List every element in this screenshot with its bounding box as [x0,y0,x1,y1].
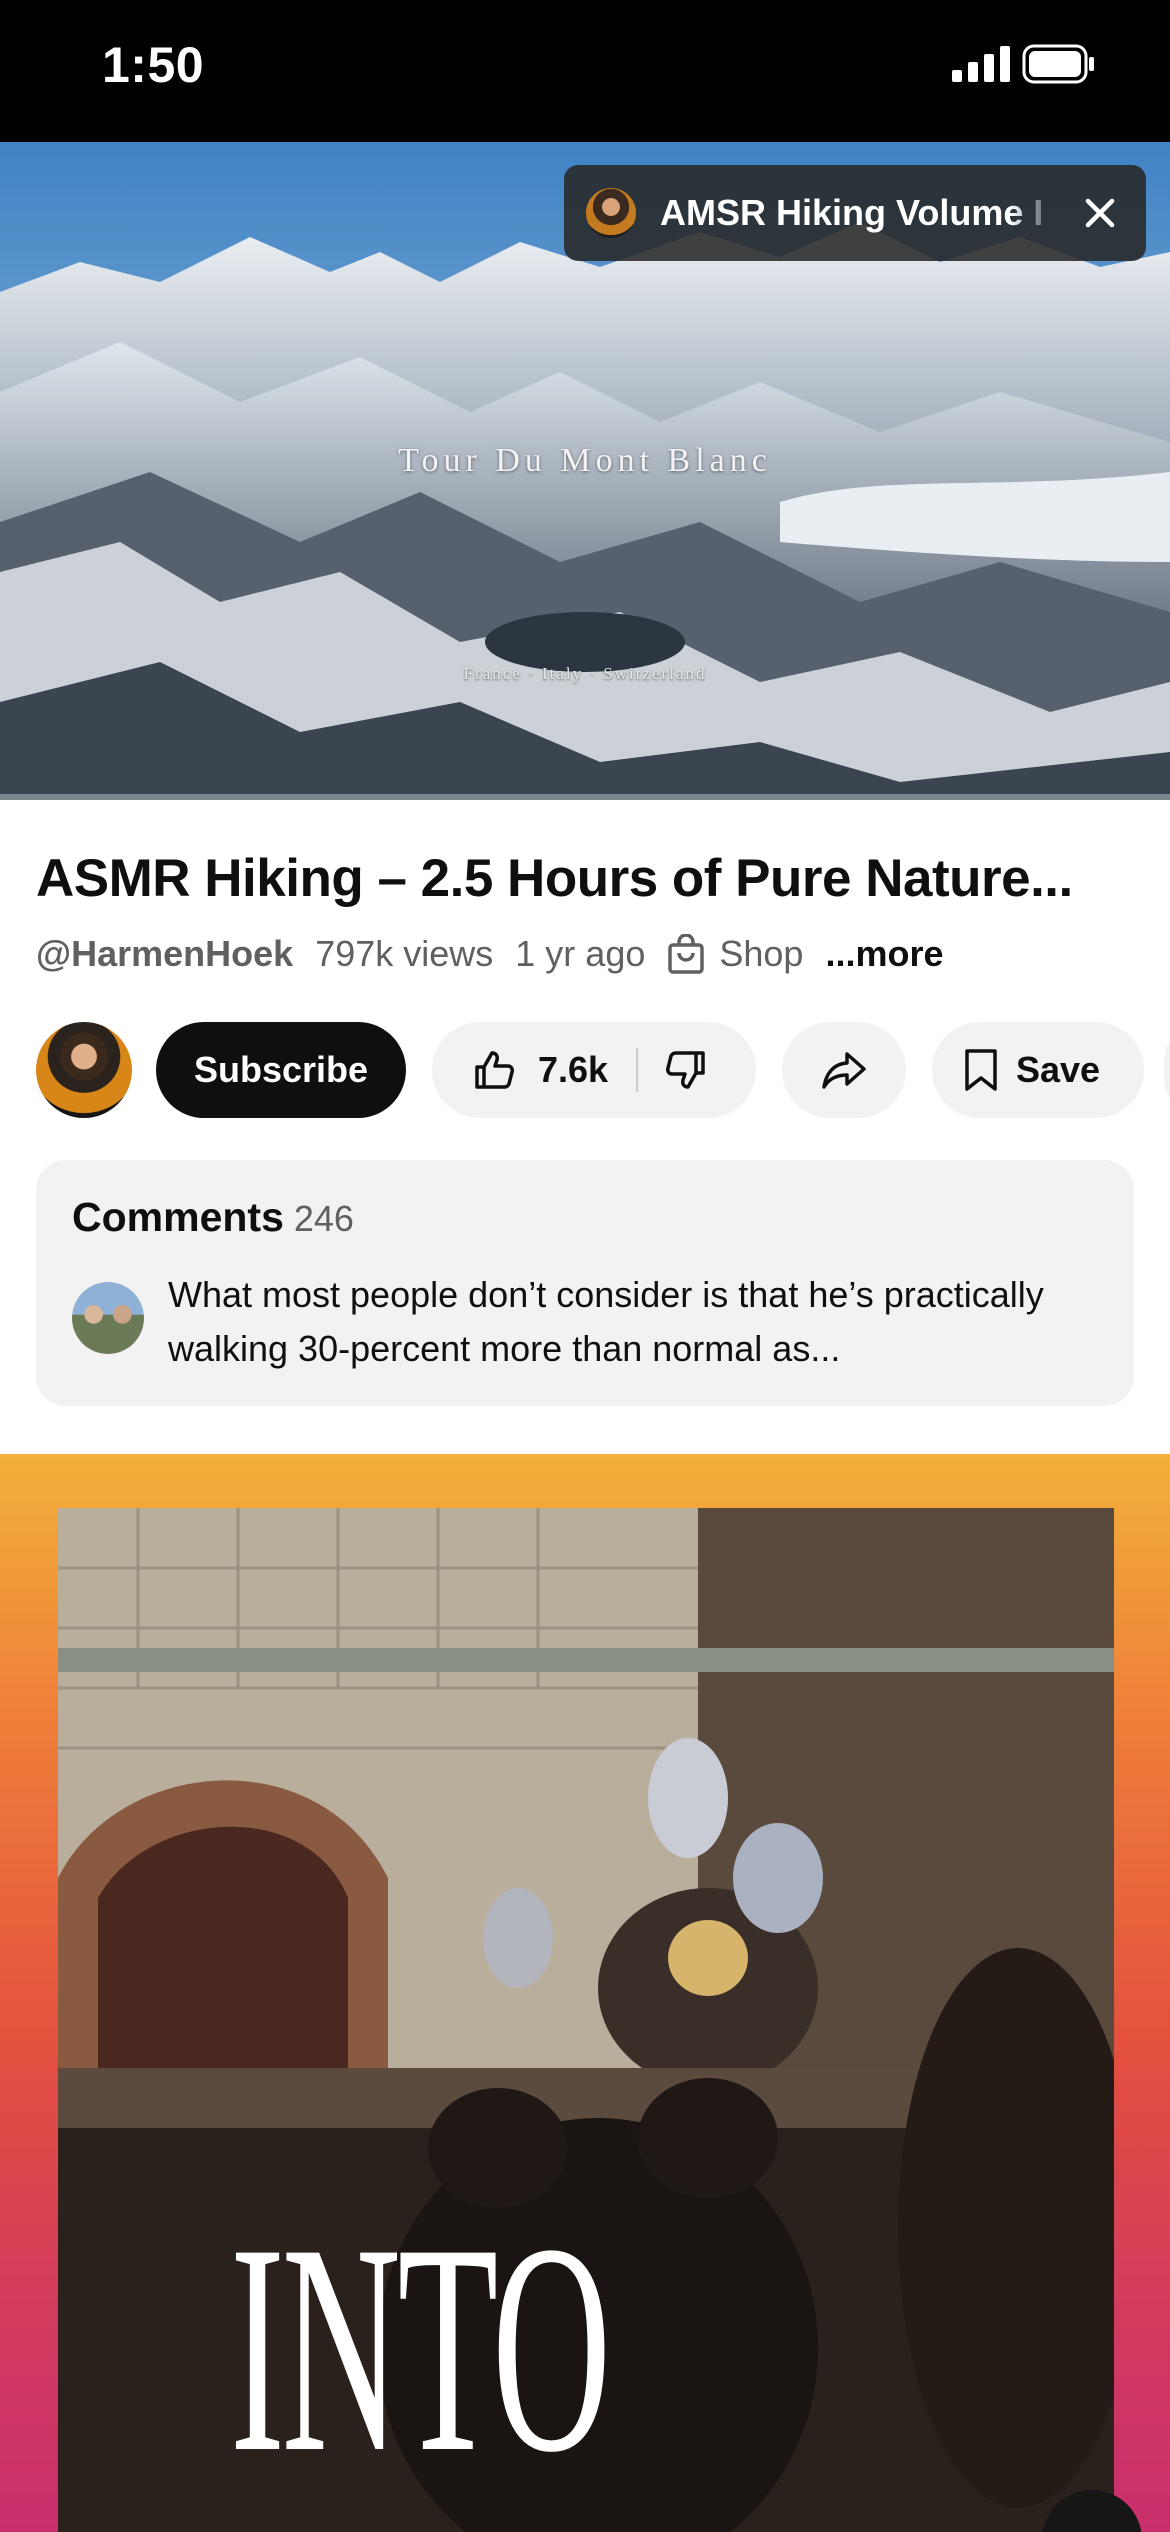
banner-title: AMSR Hiking Volume I [660,192,1044,233]
share-arrow-icon [822,1052,866,1089]
shopping-bag-icon [668,934,705,974]
save-label: Save [1016,1049,1101,1090]
comments-count: 246 [293,1198,354,1239]
top-comment: What most people don’t consider is that … [168,1274,1044,1369]
comments-header: Comments 246 [72,1194,354,1241]
commenter-avatar [72,1282,144,1354]
signal-bars-icon [952,46,1010,82]
upload-age: 1 yr ago [515,933,646,974]
video-details: ASMR Hiking – 2.5 Hours of Pure Nature..… [0,800,1170,1454]
banner-avatar [586,188,636,238]
channel-avatar[interactable] [36,1022,132,1118]
share-button[interactable] [782,1022,906,1118]
video-overlay-title: Tour Du Mont Blanc [398,442,772,479]
next-short-preview[interactable]: INTO [0,1454,1170,2532]
like-count[interactable]: 7.6k [538,1049,608,1091]
battery-icon [1022,44,1094,84]
video-overlay-subtitle: France · Italy · Switzerland [463,664,707,683]
subscribe-button[interactable]: Subscribe [156,1022,406,1118]
video-title[interactable]: ASMR Hiking – 2.5 Hours of Pure Nature..… [36,848,1073,909]
short-caption: INTO [230,2182,611,2514]
close-icon[interactable] [1078,191,1122,235]
bookmark-icon [965,1049,997,1091]
playlist-banner[interactable]: AMSR Hiking Volume I [564,165,1146,261]
more-link[interactable]: ...more [825,933,943,975]
thumbs-up-icon[interactable] [472,1048,516,1092]
action-row: Subscribe 7.6k Save [36,1022,1170,1118]
save-button[interactable]: Save [932,1022,1144,1118]
short-thumbnail: INTO [58,1508,1114,2532]
channel-handle[interactable]: @HarmenHoek [36,933,293,975]
like-dislike-pill: 7.6k [432,1022,756,1118]
shop-link[interactable]: Shop [719,933,803,975]
status-time: 1:50 [102,37,205,93]
thumbs-down-icon[interactable] [664,1048,708,1092]
status-bar: 1:50 [0,0,1170,142]
comments-title: Comments [72,1194,284,1240]
like-divider [636,1048,639,1092]
video-meta[interactable]: @HarmenHoek 797k views 1 yr ago Shop ...… [36,933,965,975]
comments-card[interactable]: Comments 246 What most people don’t consi… [36,1160,1134,1406]
view-count: 797k views [315,933,494,974]
